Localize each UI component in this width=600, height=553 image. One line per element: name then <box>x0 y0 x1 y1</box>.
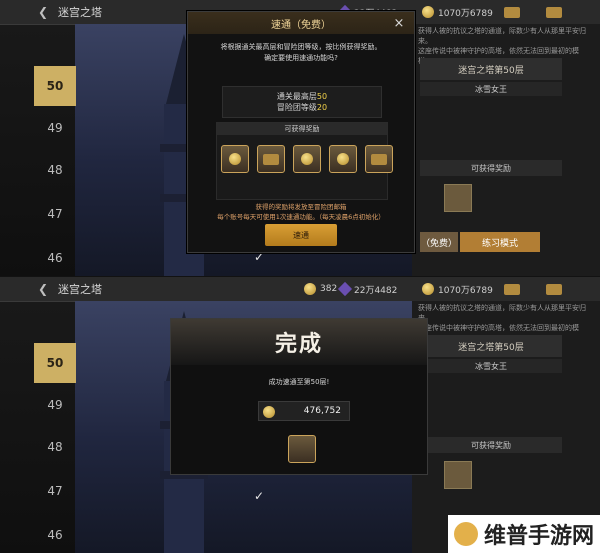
stat-team-level: 冒险团等级20 <box>276 103 328 112</box>
badge-icon[interactable] <box>329 145 357 173</box>
reward-label: 可获得奖励 <box>420 437 562 453</box>
top-bar: ❮ 迷宫之塔 382 22万4482 1070万6789 <box>0 277 600 302</box>
level-resource: 382 <box>304 281 337 297</box>
gem-icon <box>337 281 353 297</box>
speedrun-panel: ❮ 迷宫之塔 22万4482 1070万6789 50 49 48 47 46 … <box>0 0 600 276</box>
menu-icon <box>546 6 562 18</box>
coin-icon <box>422 6 434 18</box>
menu-button[interactable] <box>546 281 562 297</box>
checkmark-icon: ✓ <box>253 489 265 503</box>
dialog-note: 获得的奖励将发放至冒险团邮箱 每个账号每天可使用1次速通功能。（每天凌晨6点初始… <box>217 203 385 221</box>
back-arrow-icon[interactable]: ❮ <box>34 280 52 298</box>
floor-50[interactable]: 50 <box>34 343 76 383</box>
logo-icon <box>453 522 478 546</box>
floor-title: 迷宫之塔第50层 <box>420 335 562 357</box>
coin-resource: 1070万6789 <box>422 4 493 20</box>
floor-46[interactable]: 46 <box>34 515 76 553</box>
reward-box: 可获得奖励 <box>216 122 393 200</box>
dialog-title: 速通（免费） × <box>188 12 414 34</box>
reward-item[interactable] <box>444 461 472 489</box>
free-speedrun-button[interactable]: （免费） <box>420 232 458 252</box>
gold-stack-icon[interactable] <box>221 145 249 173</box>
chest-icon[interactable] <box>365 145 393 173</box>
floor-49[interactable]: 49 <box>34 385 76 425</box>
back-arrow-icon[interactable]: ❮ <box>34 3 52 21</box>
boss-name: 冰雪女王 <box>420 359 562 373</box>
boss-name: 冰雪女王 <box>420 82 562 96</box>
success-text: 成功速通至第50层! <box>268 378 330 386</box>
medal-icon[interactable] <box>293 145 321 173</box>
floor-49[interactable]: 49 <box>34 108 76 148</box>
floor-47[interactable]: 47 <box>34 471 76 511</box>
floor-50[interactable]: 50 <box>34 66 76 106</box>
coin-icon <box>422 283 434 295</box>
floor-47[interactable]: 47 <box>34 194 76 234</box>
chest-icon <box>504 283 520 295</box>
floor-48[interactable]: 48 <box>34 427 76 467</box>
speedrun-complete-dialog: 完成 成功速通至第50层! 476,752 <box>170 318 428 475</box>
reward-item[interactable] <box>288 435 316 463</box>
floor-46[interactable]: 46 <box>34 238 76 276</box>
dialog-description: 将根据通关最高层和冒险团等级，按比例获得奖励。 确定要使用速通功能吗? <box>220 43 382 62</box>
complete-title: 完成 <box>171 319 427 365</box>
speedrun-dialog: 速通（免费） × 将根据通关最高层和冒险团等级，按比例获得奖励。 确定要使用速通… <box>187 11 415 253</box>
chest-icon <box>504 6 520 18</box>
mailbox-button[interactable] <box>504 4 520 20</box>
coin-icon <box>263 406 275 418</box>
floor-list: 50 49 48 47 46 <box>34 24 76 276</box>
floor-title: 迷宫之塔第50层 <box>420 58 562 80</box>
mailbox-button[interactable] <box>504 281 520 297</box>
close-icon[interactable]: × <box>391 15 407 31</box>
reward-label: 可获得奖励 <box>420 160 562 176</box>
reward-title: 可获得奖励 <box>217 123 387 135</box>
floor-list: 50 49 48 47 46 <box>34 301 76 553</box>
level-icon <box>304 283 316 295</box>
confirm-speedrun-button[interactable]: 速通 <box>265 224 337 246</box>
complete-panel: ❮ 迷宫之塔 382 22万4482 1070万6789 50 49 48 47 <box>0 277 600 553</box>
reward-items <box>221 145 393 173</box>
reward-item[interactable] <box>444 184 472 212</box>
coin-resource: 1070万6789 <box>422 281 493 297</box>
watermark: 维普手游网 <box>448 515 600 553</box>
page-title: 迷宫之塔 <box>58 283 102 296</box>
gem-resource: 22万4482 <box>337 281 397 297</box>
stat-highest-floor: 通关最高层50 <box>276 92 328 101</box>
menu-icon <box>546 283 562 295</box>
menu-button[interactable] <box>546 4 562 20</box>
practice-mode-button[interactable]: 练习模式 <box>460 232 540 252</box>
floor-48[interactable]: 48 <box>34 150 76 190</box>
stats-box: 通关最高层50 冒险团等级20 <box>222 86 382 118</box>
page-title: 迷宫之塔 <box>58 6 102 19</box>
coin-amount: 476,752 <box>258 401 350 421</box>
scroll-icon[interactable] <box>257 145 285 173</box>
